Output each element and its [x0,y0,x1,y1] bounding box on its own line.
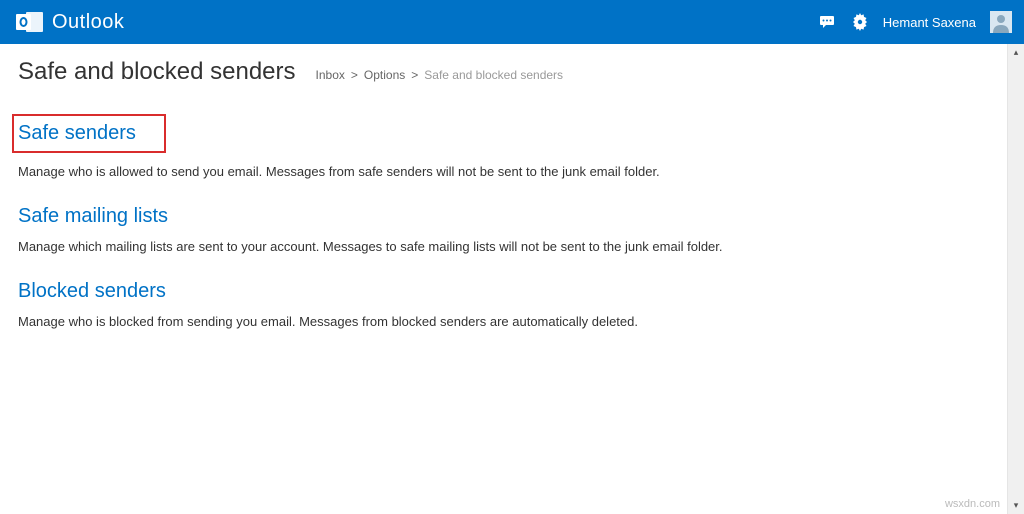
header-left: Outlook [16,9,124,35]
title-row: Safe and blocked senders Inbox > Options… [18,58,989,86]
breadcrumb-sep: > [351,68,358,82]
breadcrumb-sep: > [411,68,418,82]
vertical-scrollbar[interactable]: ▴ ▾ [1007,44,1024,514]
breadcrumb-inbox[interactable]: Inbox [316,68,345,82]
chat-icon[interactable] [819,13,837,31]
user-name[interactable]: Hemant Saxena [883,15,976,30]
gear-icon[interactable] [851,13,869,31]
breadcrumb-options[interactable]: Options [364,68,405,82]
safe-senders-link[interactable]: Safe senders [12,114,166,153]
scroll-up-arrow-icon[interactable]: ▴ [1008,44,1024,61]
outlook-logo-icon[interactable] [16,9,44,35]
header-right: Hemant Saxena [819,11,1012,33]
safe-mailing-lists-desc: Manage which mailing lists are sent to y… [18,238,989,256]
content-wrap: Safe and blocked senders Inbox > Options… [0,44,1024,514]
app-header: Outlook Hemant Saxena [0,0,1024,44]
avatar[interactable] [990,11,1012,33]
breadcrumb: Inbox > Options > Safe and blocked sende… [316,68,564,82]
page-title: Safe and blocked senders [18,58,296,86]
section-safe-senders: Safe senders Manage who is allowed to se… [18,114,989,181]
safe-senders-desc: Manage who is allowed to send you email.… [18,163,989,181]
breadcrumb-current: Safe and blocked senders [424,68,563,82]
section-blocked-senders: Blocked senders Manage who is blocked fr… [18,280,989,331]
scroll-down-arrow-icon[interactable]: ▾ [1008,497,1024,514]
safe-mailing-lists-link[interactable]: Safe mailing lists [18,205,168,228]
section-safe-mailing-lists: Safe mailing lists Manage which mailing … [18,205,989,256]
main-content: Safe and blocked senders Inbox > Options… [0,44,1007,514]
watermark: wsxdn.com [945,498,1000,510]
app-name[interactable]: Outlook [52,11,124,34]
blocked-senders-link[interactable]: Blocked senders [18,280,166,303]
blocked-senders-desc: Manage who is blocked from sending you e… [18,313,989,331]
